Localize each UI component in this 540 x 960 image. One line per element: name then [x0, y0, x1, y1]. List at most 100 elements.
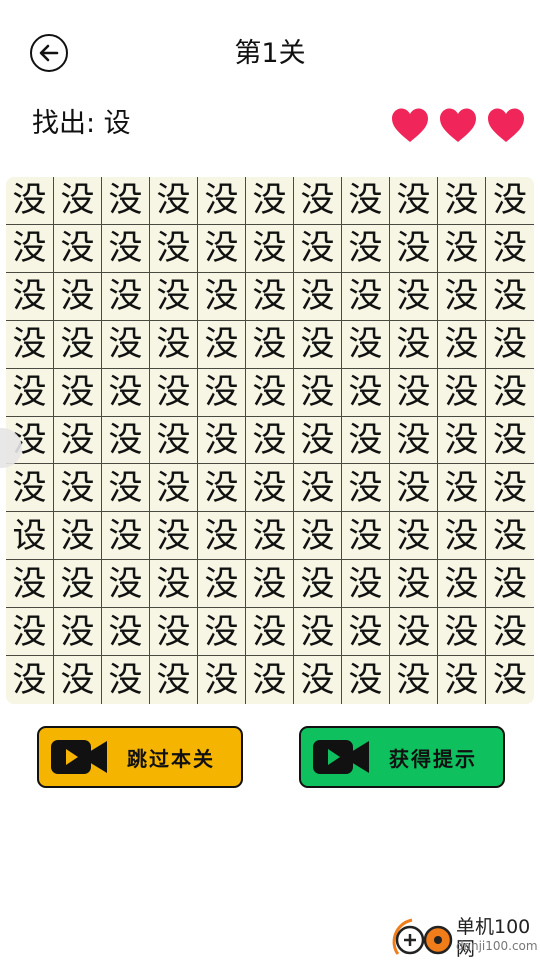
grid-cell[interactable]: 没 [6, 608, 54, 657]
grid-cell[interactable]: 没 [342, 560, 390, 609]
grid-cell[interactable]: 没 [198, 464, 246, 513]
grid-cell[interactable]: 没 [342, 464, 390, 513]
grid-cell[interactable]: 没 [102, 272, 150, 321]
grid-cell[interactable]: 没 [6, 272, 54, 321]
grid-cell[interactable]: 没 [54, 656, 102, 704]
grid-cell[interactable]: 没 [54, 177, 102, 225]
grid-cell[interactable]: 没 [342, 320, 390, 369]
grid-cell[interactable]: 没 [390, 512, 438, 561]
grid-cell[interactable]: 没 [198, 656, 246, 704]
grid-cell[interactable]: 没 [54, 272, 102, 321]
grid-cell[interactable]: 没 [294, 608, 342, 657]
grid-cell[interactable]: 没 [342, 224, 390, 273]
grid-cell[interactable]: 没 [246, 177, 294, 225]
grid-cell[interactable]: 没 [6, 224, 54, 273]
grid-cell[interactable]: 没 [246, 608, 294, 657]
grid-cell[interactable]: 没 [438, 464, 486, 513]
grid-cell[interactable]: 没 [486, 417, 534, 465]
grid-cell[interactable]: 没 [294, 464, 342, 513]
grid-cell[interactable]: 没 [294, 272, 342, 321]
grid-cell[interactable]: 没 [198, 272, 246, 321]
grid-cell[interactable]: 没 [486, 560, 534, 609]
grid-cell[interactable]: 没 [294, 320, 342, 369]
grid-cell[interactable]: 没 [390, 320, 438, 369]
grid-cell[interactable]: 没 [294, 512, 342, 561]
grid-cell[interactable]: 没 [54, 224, 102, 273]
grid-cell[interactable]: 没 [150, 177, 198, 225]
grid-cell[interactable]: 没 [342, 608, 390, 657]
grid-cell[interactable]: 没 [150, 464, 198, 513]
grid-cell[interactable]: 没 [438, 320, 486, 369]
grid-cell[interactable]: 没 [486, 177, 534, 225]
grid-cell[interactable]: 没 [486, 464, 534, 513]
grid-cell[interactable]: 没 [342, 272, 390, 321]
grid-cell[interactable]: 没 [390, 368, 438, 417]
grid-cell[interactable]: 没 [486, 656, 534, 704]
grid-cell[interactable]: 没 [438, 177, 486, 225]
grid-cell[interactable]: 没 [342, 416, 390, 465]
grid-cell[interactable]: 没 [102, 320, 150, 369]
grid-cell[interactable]: 没 [150, 320, 198, 369]
grid-cell[interactable]: 没 [102, 512, 150, 561]
grid-cell[interactable]: 没 [438, 656, 486, 704]
grid-cell[interactable]: 没 [54, 464, 102, 513]
grid-cell[interactable]: 没 [198, 177, 246, 225]
grid-cell[interactable]: 没 [6, 656, 54, 704]
grid-cell[interactable]: 没 [486, 608, 534, 657]
grid-cell[interactable]: 没 [390, 224, 438, 273]
grid-cell[interactable]: 没 [438, 368, 486, 417]
grid-cell[interactable]: 没 [486, 512, 534, 561]
grid-cell[interactable]: 没 [438, 416, 486, 465]
grid-cell[interactable]: 没 [438, 608, 486, 657]
grid-cell[interactable]: 没 [390, 416, 438, 465]
grid-cell[interactable]: 没 [102, 224, 150, 273]
grid-cell[interactable]: 没 [102, 368, 150, 417]
grid-cell[interactable]: 没 [102, 416, 150, 465]
grid-cell[interactable]: 没 [390, 177, 438, 225]
grid-cell[interactable]: 没 [54, 608, 102, 657]
grid-cell[interactable]: 没 [294, 177, 342, 225]
grid-cell[interactable]: 没 [246, 464, 294, 513]
get-hint-button[interactable]: 获得提示 [299, 726, 505, 788]
grid-cell[interactable]: 没 [246, 416, 294, 465]
grid-cell[interactable]: 没 [54, 512, 102, 561]
grid-cell[interactable]: 没 [150, 272, 198, 321]
grid-cell[interactable]: 没 [390, 656, 438, 704]
grid-cell[interactable]: 没 [438, 560, 486, 609]
grid-cell[interactable]: 没 [6, 368, 54, 417]
grid-cell[interactable]: 没 [150, 560, 198, 609]
grid-cell[interactable]: 没 [246, 272, 294, 321]
grid-cell[interactable]: 没 [438, 512, 486, 561]
grid-cell[interactable]: 没 [102, 464, 150, 513]
grid-cell[interactable]: 没 [246, 224, 294, 273]
grid-cell[interactable]: 没 [486, 321, 534, 369]
grid-cell[interactable]: 没 [54, 320, 102, 369]
grid-cell[interactable]: 没 [390, 560, 438, 609]
grid-cell[interactable]: 没 [6, 464, 54, 513]
grid-cell[interactable]: 没 [102, 656, 150, 704]
grid-cell[interactable]: 没 [342, 656, 390, 704]
grid-cell[interactable]: 没 [390, 272, 438, 321]
grid-cell[interactable]: 没 [486, 225, 534, 273]
grid-cell[interactable]: 没 [102, 608, 150, 657]
grid-cell[interactable]: 没 [246, 656, 294, 704]
grid-cell[interactable]: 没 [294, 560, 342, 609]
grid-cell[interactable]: 没 [54, 560, 102, 609]
grid-cell[interactable]: 没 [6, 560, 54, 609]
grid-cell[interactable]: 没 [102, 560, 150, 609]
grid-cell[interactable]: 没 [246, 368, 294, 417]
grid-cell[interactable]: 没 [294, 416, 342, 465]
grid-cell[interactable]: 没 [294, 368, 342, 417]
grid-cell[interactable]: 没 [150, 608, 198, 657]
grid-cell[interactable]: 没 [6, 320, 54, 369]
grid-cell[interactable]: 没 [198, 320, 246, 369]
grid-cell[interactable]: 没 [54, 416, 102, 465]
grid-cell[interactable]: 没 [198, 416, 246, 465]
grid-cell[interactable]: 没 [246, 512, 294, 561]
grid-cell[interactable]: 没 [390, 464, 438, 513]
grid-cell[interactable]: 没 [342, 177, 390, 225]
grid-cell[interactable]: 没 [246, 560, 294, 609]
grid-cell[interactable]: 没 [198, 560, 246, 609]
grid-cell[interactable]: 没 [246, 320, 294, 369]
grid-cell[interactable]: 没 [150, 416, 198, 465]
